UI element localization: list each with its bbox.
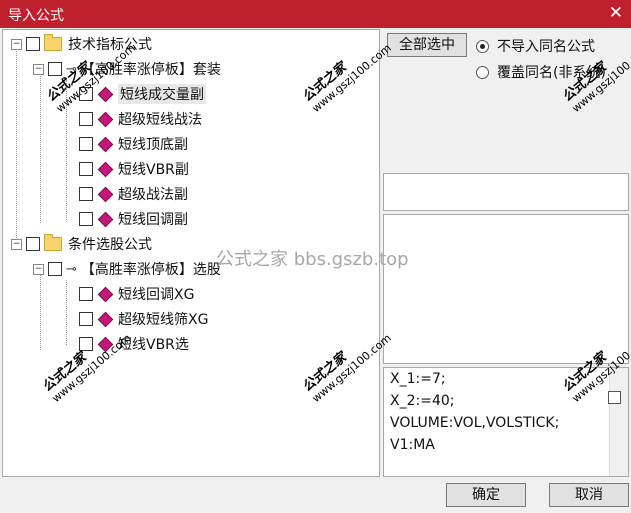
- formula-gem-icon: [97, 161, 114, 177]
- set-checkbox[interactable]: [48, 262, 62, 276]
- set-label: 【高胜率涨停板】选股: [80, 262, 221, 278]
- description-field[interactable]: [383, 173, 629, 211]
- item-label: 超级战法副: [118, 187, 188, 203]
- code-checkbox[interactable]: [608, 391, 621, 404]
- folder-icon: [44, 34, 62, 51]
- cancel-button[interactable]: 取消: [549, 483, 629, 507]
- preview-panel: [383, 214, 629, 364]
- radio-label: 不导入同名公式: [497, 39, 595, 55]
- window-title: 导入公式: [8, 8, 64, 24]
- tree-item[interactable]: 短线回调副: [79, 208, 188, 230]
- radio-skip-duplicates[interactable]: 不导入同名公式: [476, 36, 595, 56]
- item-checkbox[interactable]: [79, 312, 93, 326]
- code-scrollbar[interactable]: [609, 368, 628, 476]
- formula-gem-icon: [97, 111, 114, 127]
- item-label: 短线回调副: [118, 212, 188, 228]
- item-label: 短线成交量副: [118, 84, 206, 104]
- code-line: VOLUME:VOL,VOLSTICK;: [390, 415, 560, 431]
- key-icon: ⊸: [66, 261, 77, 277]
- item-checkbox[interactable]: [79, 137, 93, 151]
- radio-button[interactable]: [476, 39, 489, 53]
- item-label: 短线VBR副: [118, 162, 189, 178]
- tree-node-set-screening[interactable]: − ⊸ 【高胜率涨停板】选股: [33, 258, 221, 280]
- item-label: 短线回调XG: [118, 287, 195, 303]
- formula-gem-icon: [97, 186, 114, 202]
- tree-item[interactable]: 超级战法副: [79, 183, 188, 205]
- tree-item[interactable]: 短线成交量副: [79, 83, 206, 105]
- close-icon[interactable]: ✕: [609, 3, 623, 23]
- tree-item[interactable]: 超级短线战法: [79, 108, 202, 130]
- formula-gem-icon: [97, 286, 114, 302]
- ok-button[interactable]: 确定: [446, 483, 526, 507]
- item-label: 短线顶底副: [118, 137, 188, 153]
- select-all-button[interactable]: 全部选中: [387, 33, 467, 57]
- tree-item[interactable]: 短线回调XG: [79, 283, 194, 305]
- collapse-icon[interactable]: −: [11, 238, 22, 250]
- item-checkbox[interactable]: [79, 212, 93, 226]
- group-checkbox[interactable]: [26, 37, 40, 51]
- item-label: 超级短线筛XG: [118, 312, 209, 328]
- item-label: 超级短线战法: [118, 112, 202, 128]
- collapse-icon[interactable]: −: [33, 263, 44, 275]
- formula-gem-icon: [97, 136, 114, 152]
- radio-button[interactable]: [476, 65, 489, 79]
- item-checkbox[interactable]: [79, 112, 93, 126]
- tree-item[interactable]: 超级短线筛XG: [79, 308, 208, 330]
- center-watermark: 公式之家 bbs.gszb.top: [216, 249, 409, 270]
- item-checkbox[interactable]: [79, 287, 93, 301]
- tree-item[interactable]: 短线VBR副: [79, 158, 189, 180]
- formula-gem-icon: [97, 211, 114, 227]
- collapse-icon[interactable]: −: [33, 63, 44, 75]
- title-bar: 导入公式 ✕: [0, 0, 631, 28]
- code-line: V1:MA: [390, 437, 435, 453]
- group-label: 条件选股公式: [68, 237, 152, 253]
- item-checkbox[interactable]: [79, 162, 93, 176]
- item-checkbox[interactable]: [79, 187, 93, 201]
- group-checkbox[interactable]: [26, 237, 40, 251]
- tree-item[interactable]: 短线顶底副: [79, 133, 188, 155]
- formula-gem-icon: [97, 86, 114, 102]
- collapse-icon[interactable]: −: [11, 38, 22, 50]
- folder-icon: [44, 234, 62, 251]
- tree-node-group-screening[interactable]: − 条件选股公式: [11, 233, 152, 255]
